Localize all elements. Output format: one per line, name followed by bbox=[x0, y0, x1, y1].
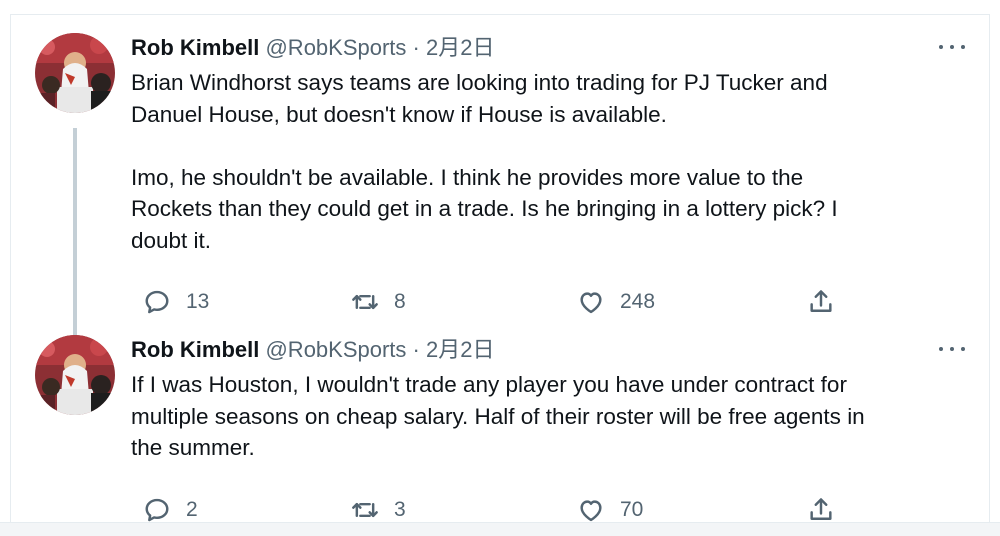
share-upload-icon bbox=[810, 290, 832, 312]
author-name[interactable]: Rob Kimbell bbox=[131, 35, 259, 60]
author-handle[interactable]: @RobKSports bbox=[265, 35, 406, 60]
tweet-header: Rob Kimbell @RobKSports · 2月2日 bbox=[131, 33, 494, 63]
avatar[interactable] bbox=[35, 33, 115, 113]
tweet-header: Rob Kimbell @RobKSports · 2月2日 bbox=[131, 335, 494, 365]
tweet-paragraph: Brian Windhorst says teams are looking i… bbox=[131, 70, 828, 127]
share-upload-icon bbox=[810, 498, 832, 520]
tweet-card[interactable]: Rob Kimbell @RobKSports · 2月2日 Brian Win… bbox=[11, 33, 989, 341]
speech-bubble-icon bbox=[145, 290, 169, 314]
speech-bubble-icon bbox=[145, 498, 169, 522]
share-button[interactable] bbox=[807, 285, 835, 319]
tweet-thread: Rob Kimbell @RobKSports · 2月2日 Brian Win… bbox=[10, 14, 990, 536]
retweet-arrows-icon bbox=[352, 502, 378, 518]
like-button[interactable]: 248 bbox=[577, 285, 655, 319]
tweet-paragraph: Imo, he shouldn't be available. I think … bbox=[131, 164, 838, 253]
thread-connector-line bbox=[73, 128, 77, 341]
author-handle[interactable]: @RobKSports bbox=[265, 337, 406, 362]
tweet-date[interactable]: 2月2日 bbox=[426, 337, 494, 362]
retweet-count: 8 bbox=[394, 290, 406, 313]
reply-count: 2 bbox=[186, 498, 198, 521]
separator-dot: · bbox=[412, 337, 420, 362]
reply-button[interactable]: 13 bbox=[143, 285, 209, 319]
more-dots-icon[interactable] bbox=[937, 35, 967, 59]
tweet-text: If I was Houston, I wouldn't trade any p… bbox=[131, 369, 971, 464]
feed-divider bbox=[0, 522, 1000, 536]
tweet-date[interactable]: 2月2日 bbox=[426, 35, 494, 60]
like-count: 70 bbox=[620, 498, 644, 521]
like-count: 248 bbox=[620, 290, 656, 313]
more-dots-icon[interactable] bbox=[937, 337, 967, 361]
separator-dot: · bbox=[412, 35, 420, 60]
retweet-count: 3 bbox=[394, 498, 406, 521]
tweet-card[interactable]: Rob Kimbell @RobKSports · 2月2日 If I was … bbox=[11, 335, 989, 535]
tweet-text: Brian Windhorst says teams are looking i… bbox=[131, 67, 971, 256]
avatar[interactable] bbox=[35, 335, 115, 415]
heart-icon bbox=[580, 500, 602, 522]
retweet-arrows-icon bbox=[352, 294, 378, 310]
tweet-actions: 13 8 248 bbox=[131, 285, 851, 319]
author-name[interactable]: Rob Kimbell bbox=[131, 337, 259, 362]
retweet-button[interactable]: 8 bbox=[351, 285, 406, 319]
heart-icon bbox=[580, 292, 602, 314]
reply-count: 13 bbox=[186, 290, 210, 313]
tweet-paragraph: If I was Houston, I wouldn't trade any p… bbox=[131, 372, 865, 460]
